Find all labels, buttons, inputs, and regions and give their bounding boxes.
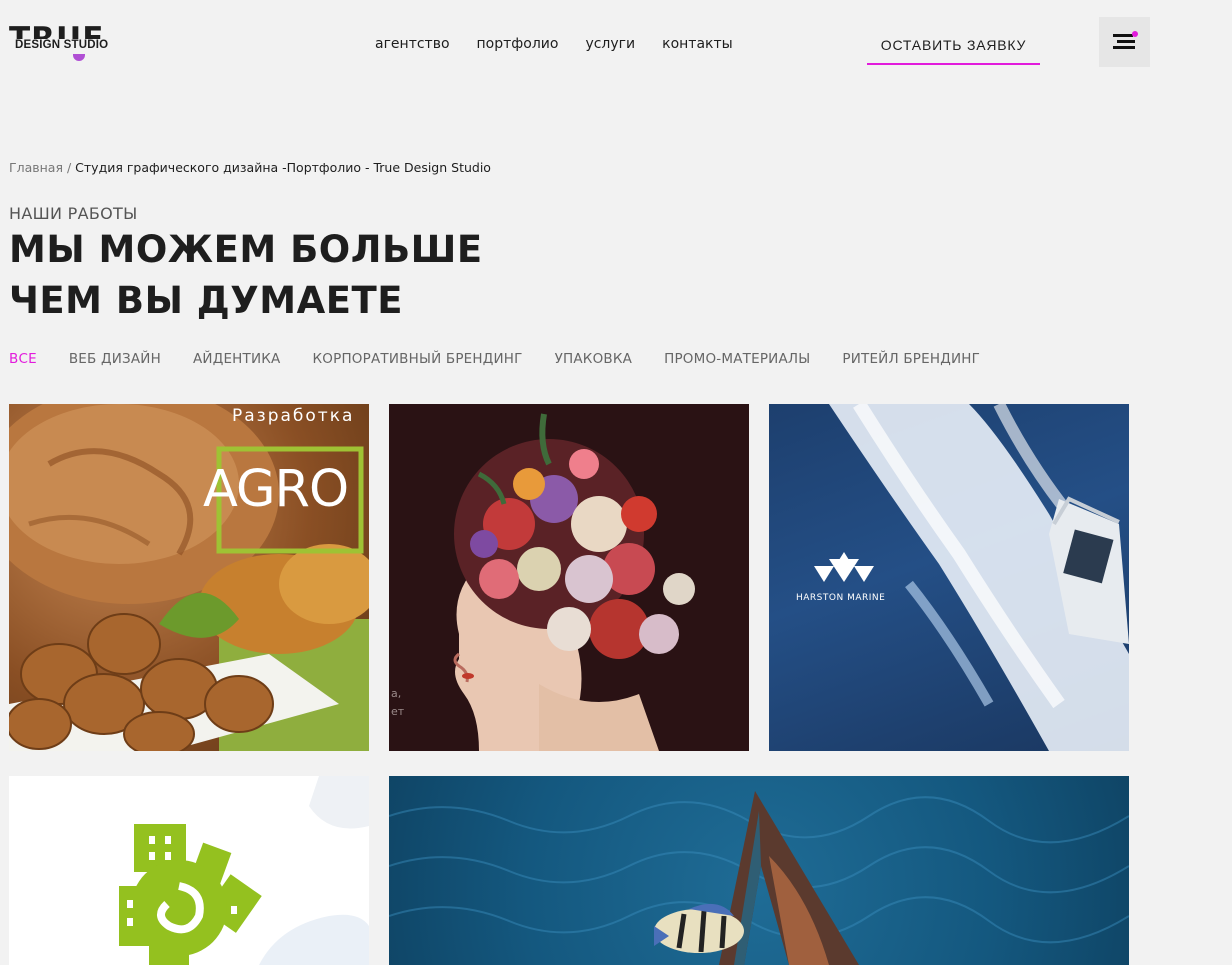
breadcrumb: Главная / Студия графического дизайна -П… <box>9 160 491 175</box>
filter-all[interactable]: ВСЕ <box>9 351 37 367</box>
breadcrumb-current: Студия графического дизайна -Портфолио -… <box>75 160 491 175</box>
portfolio-filters: ВСЕ ВЕБ ДИЗАЙН АЙДЕНТИКА КОРПОРАТИВНЫЙ Б… <box>9 351 1012 367</box>
flower-woman-image <box>453 413 695 751</box>
nav-item-portfolio[interactable]: портфолио <box>477 36 559 52</box>
hamburger-icon-line <box>1113 46 1135 49</box>
notification-dot <box>1132 31 1138 37</box>
breadcrumb-separator: / <box>66 160 76 175</box>
section-eyebrow: НАШИ РАБОТЫ <box>9 204 138 223</box>
portfolio-tile-city-logo[interactable] <box>9 776 369 965</box>
logo[interactable]: TRUE DESIGN STUDIO <box>9 21 112 63</box>
filter-retail-branding[interactable]: РИТЕЙЛ БРЕНДИНГ <box>842 351 980 367</box>
filter-packaging[interactable]: УПАКОВКА <box>555 351 633 367</box>
hamburger-icon <box>1113 34 1133 37</box>
breadcrumb-home-link[interactable]: Главная <box>9 160 63 175</box>
spiral-city-logo <box>119 776 369 965</box>
portfolio-tile-ocean[interactable] <box>389 776 1129 965</box>
nav-item-services[interactable]: услуги <box>585 36 635 52</box>
filter-corporate-branding[interactable]: КОРПОРАТИВНЫЙ БРЕНДИНГ <box>313 351 523 367</box>
leave-request-button[interactable]: ОСТАВИТЬ ЗАЯВКУ <box>867 34 1040 65</box>
yacht-wake-image <box>814 404 1129 751</box>
ocean-letter-a-image <box>389 791 1129 965</box>
agro-brand: AGRO <box>203 460 349 519</box>
menu-button[interactable] <box>1099 17 1150 67</box>
filter-promo[interactable]: ПРОМО-МАТЕРИАЛЫ <box>664 351 810 367</box>
nav-item-contacts[interactable]: контакты <box>662 36 733 52</box>
marine-brand: HARSTON MARINE <box>796 593 886 603</box>
portfolio-tile-agro[interactable]: Разработка AGRO <box>9 404 369 751</box>
tile-side-text-1: а, <box>391 687 402 700</box>
filter-web-design[interactable]: ВЕБ ДИЗАЙН <box>69 351 161 367</box>
agro-caption: Разработка <box>232 406 355 426</box>
main-nav: агентство портфолио услуги контакты <box>375 36 733 52</box>
hamburger-icon-line <box>1117 40 1135 43</box>
filter-identity[interactable]: АЙДЕНТИКА <box>193 351 281 367</box>
portfolio-tile-marine[interactable]: HARSTON MARINE <box>769 404 1129 751</box>
page-title-line-1: МЫ МОЖЕМ БОЛЬШЕ <box>9 228 483 271</box>
portfolio-tile-flowers[interactable]: а, ет <box>389 404 749 751</box>
logo-subtitle: DESIGN STUDIO <box>13 39 111 51</box>
logo-accent <box>73 54 85 61</box>
agro-walnuts-image <box>9 404 369 751</box>
page-title: МЫ МОЖЕМ БОЛЬШЕ ЧЕМ ВЫ ДУМАЕТЕ <box>9 224 483 326</box>
tile-side-text-2: ет <box>391 705 405 718</box>
page-title-line-2: ЧЕМ ВЫ ДУМАЕТЕ <box>9 279 404 322</box>
nav-item-agency[interactable]: агентство <box>375 36 450 52</box>
